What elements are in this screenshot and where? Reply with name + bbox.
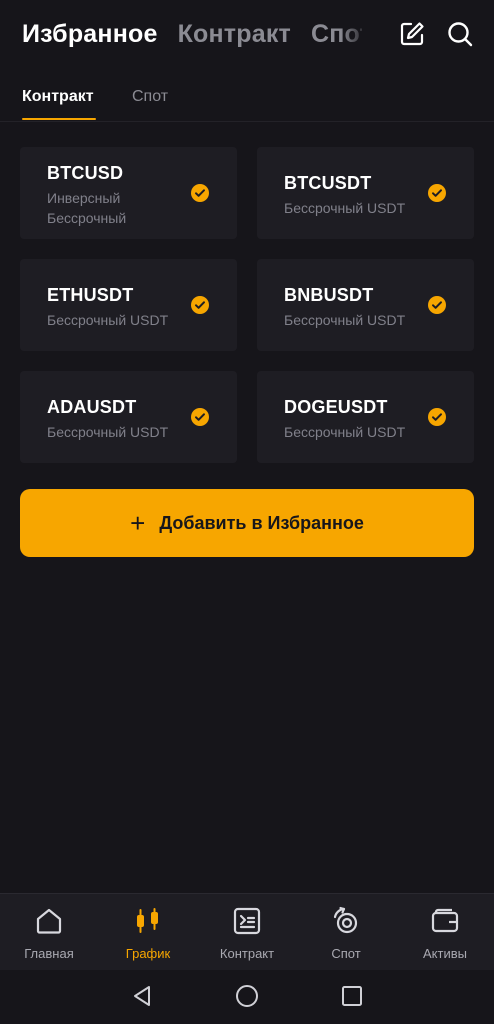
card-symbol: ADAUSDT (47, 397, 137, 417)
back-icon[interactable] (130, 984, 154, 1008)
home-circle-icon[interactable] (235, 984, 259, 1008)
card-symbol: BNBUSDT (284, 285, 374, 305)
card-subtitle: Бессрочный USDT (284, 200, 406, 216)
home-icon (36, 908, 62, 934)
check-icon[interactable] (428, 184, 446, 202)
nav-spot[interactable]: Спот (297, 894, 395, 971)
sub-tabs: Контракт Спот (0, 80, 494, 122)
card-subtitle: Бессрочный USDT (47, 424, 169, 440)
subtab-contract[interactable]: Контракт (22, 88, 96, 122)
tabs-fade (340, 14, 370, 54)
add-button-label: Добавить в Избранное (159, 512, 364, 533)
card-subtitle: Инверсный (47, 190, 121, 206)
check-icon[interactable] (191, 296, 209, 314)
nav-assets[interactable]: Активы (396, 894, 494, 971)
card-subtitle: Бессрочный USDT (284, 312, 406, 328)
favorite-card-btcusd[interactable]: BTCUSD Инверсный Бессрочный (20, 147, 237, 239)
top-tab-favorites[interactable]: Избранное (22, 16, 158, 52)
plus-icon: + (130, 508, 146, 538)
contract-icon (233, 907, 261, 935)
top-tabs: ИзбранноеКонтрактСпот (22, 16, 362, 56)
nav-contract[interactable]: Контракт (198, 894, 296, 971)
add-to-favorites-button[interactable]: + Добавить в Избранное (20, 489, 474, 557)
top-tab-contract[interactable]: Контракт (178, 16, 291, 52)
nav-label: Главная (24, 946, 74, 961)
card-symbol: DOGEUSDT (284, 397, 388, 417)
subtab-spot[interactable]: Спот (132, 88, 168, 122)
check-icon[interactable] (428, 408, 446, 426)
recents-icon[interactable] (340, 984, 364, 1008)
favorite-card-ethusdt[interactable]: ETHUSDT Бессрочный USDT (20, 259, 237, 351)
nav-label: График (125, 946, 171, 961)
check-icon[interactable] (428, 296, 446, 314)
favorite-card-bnbusdt[interactable]: BNBUSDT Бессрочный USDT (257, 259, 474, 351)
screen: Избранное Контракт Спот Контракт Спот BTCU… (0, 0, 494, 1024)
edit-icon[interactable] (398, 20, 426, 48)
nav-label: Активы (423, 946, 467, 961)
search-icon[interactable] (446, 20, 474, 48)
check-icon[interactable] (191, 408, 209, 426)
card-symbol: ETHUSDT (47, 285, 134, 305)
nav-label: Контракт (219, 946, 275, 961)
nav-chart[interactable]: График (99, 894, 197, 971)
favorite-card-btcusdt[interactable]: BTCUSDT Бессрочный USDT (257, 147, 474, 239)
nav-label: Спот (331, 946, 361, 961)
nav-home[interactable]: Главная (0, 894, 98, 971)
candlestick-icon (137, 908, 158, 933)
card-subtitle: Бессрочный USDT (284, 424, 406, 440)
system-nav-bar (0, 970, 494, 1024)
favorite-card-adausdt[interactable]: ADAUSDT Бессрочный USDT (20, 371, 237, 463)
check-icon[interactable] (191, 184, 209, 202)
card-symbol: BTCUSDT (284, 173, 372, 193)
top-bar: ИзбранноеКонтрактСпот (0, 0, 494, 70)
favorite-card-dogeusdt[interactable]: DOGEUSDT Бессрочный USDT (257, 371, 474, 463)
card-subtitle: Бессрочный USDT (47, 312, 169, 328)
card-subtitle-2: Бессрочный (47, 210, 127, 226)
wallet-icon (431, 908, 459, 933)
bottom-nav: Главная График Контракт Спот Активы (0, 893, 494, 970)
card-symbol: BTCUSD (47, 163, 124, 183)
spot-icon (333, 906, 358, 934)
